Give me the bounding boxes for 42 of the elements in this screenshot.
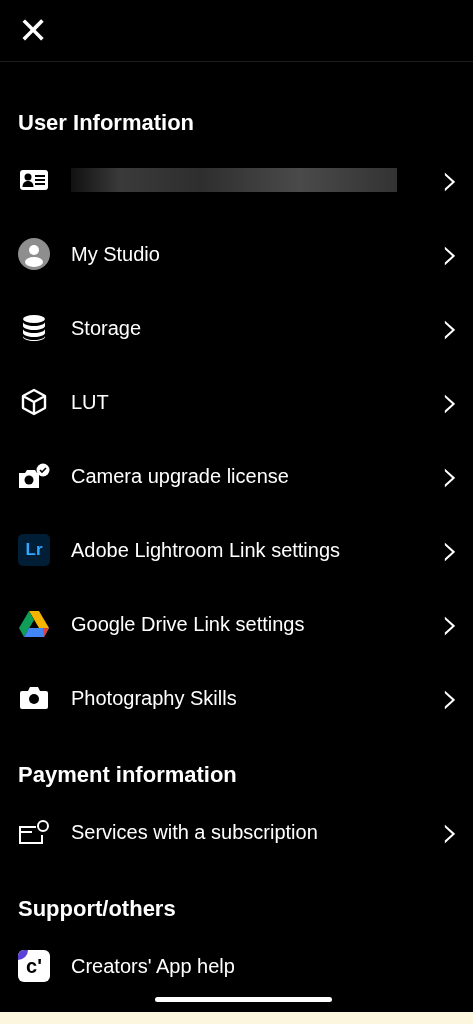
section-heading: Support/others bbox=[17, 895, 177, 923]
drive-icon bbox=[18, 610, 50, 638]
menu-item[interactable]: › bbox=[0, 143, 473, 217]
menu-item[interactable]: LUT › bbox=[0, 365, 473, 439]
section-heading: User Information bbox=[17, 109, 196, 137]
menu-item[interactable]: Lr Adobe Lightroom Link settings › bbox=[0, 513, 473, 587]
chevron-icon: › bbox=[441, 678, 459, 718]
menu-item[interactable]: Storage › bbox=[0, 291, 473, 365]
camera-icon bbox=[19, 686, 49, 710]
chevron-icon: › bbox=[441, 308, 459, 348]
avatar-icon bbox=[18, 238, 50, 270]
chevron-icon: › bbox=[441, 160, 459, 200]
menu-item-label: Google Drive Link settings bbox=[71, 612, 305, 635]
menu-item-label: LUT bbox=[71, 390, 109, 413]
menu-item-label: Camera upgrade license bbox=[71, 464, 289, 487]
menu-item-label: Services with a subscription bbox=[71, 820, 318, 843]
menu-item[interactable]: Photography Skills › bbox=[0, 661, 473, 735]
lr-logo-icon: Lr bbox=[18, 534, 50, 566]
camera-check-icon bbox=[18, 463, 50, 489]
menu-item[interactable]: c' Creators' App help bbox=[0, 929, 473, 1003]
chevron-icon: › bbox=[441, 234, 459, 274]
chevron-icon: › bbox=[441, 530, 459, 570]
chevron-icon: › bbox=[441, 456, 459, 496]
menu-item[interactable]: Services with a subscription › bbox=[0, 795, 473, 869]
subscription-icon bbox=[18, 819, 50, 845]
menu-item-label: Adobe Lightroom Link settings bbox=[71, 538, 341, 561]
cube-icon bbox=[20, 388, 48, 416]
database-icon bbox=[22, 314, 46, 342]
id-card-icon bbox=[19, 169, 49, 191]
menu-item-label: Photography Skills bbox=[71, 686, 237, 709]
app-logo-icon: c' bbox=[18, 950, 50, 982]
chevron-icon: › bbox=[441, 604, 459, 644]
section-heading: Payment information bbox=[17, 761, 238, 789]
menu-item[interactable]: Google Drive Link settings › bbox=[0, 587, 473, 661]
menu-item[interactable]: Camera upgrade license › bbox=[0, 439, 473, 513]
chevron-icon: › bbox=[441, 812, 459, 852]
chevron-icon: › bbox=[441, 382, 459, 422]
close-button[interactable]: ✕ bbox=[18, 12, 48, 49]
menu-item[interactable]: My Studio › bbox=[0, 217, 473, 291]
menu-item-label: My Studio bbox=[71, 242, 160, 265]
menu-item-label: Creators' App help bbox=[71, 954, 235, 977]
menu-item-label: Storage bbox=[71, 316, 142, 339]
